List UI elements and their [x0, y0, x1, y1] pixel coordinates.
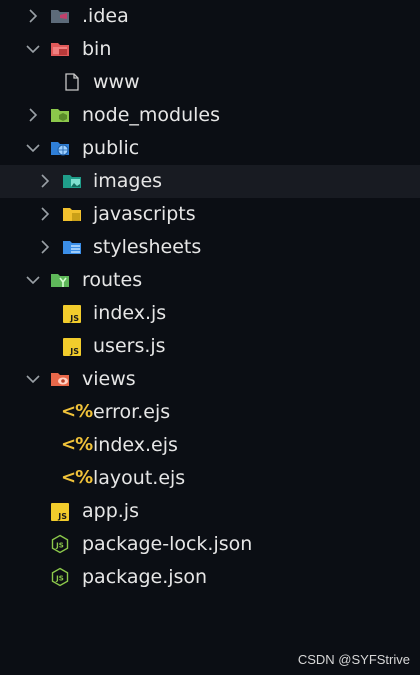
chevron-down-icon[interactable] — [24, 271, 42, 289]
tree-item-views[interactable]: views — [0, 363, 420, 396]
stylesheets-folder-icon — [63, 241, 81, 254]
tree-item-bin[interactable]: bin — [0, 33, 420, 66]
chevron-down-icon[interactable] — [24, 370, 42, 388]
watermark: CSDN @SYFStrive — [297, 652, 410, 667]
tree-item-package-lock-json[interactable]: JS package-lock.json — [0, 528, 420, 561]
tree-item-images[interactable]: images — [0, 165, 420, 198]
tree-item-label: public — [82, 137, 140, 159]
tree-item-views-layout-ejs[interactable]: <% layout.ejs — [0, 462, 420, 495]
tree-item-label: node_modules — [82, 104, 221, 126]
routes-folder-icon — [51, 274, 69, 287]
ejs-file-icon: <% — [61, 434, 93, 455]
tree-item-label: www — [93, 71, 140, 93]
tree-item-app-js[interactable]: JS app.js — [0, 495, 420, 528]
node-modules-folder-icon — [51, 109, 69, 122]
tree-item-idea[interactable]: .idea — [0, 0, 420, 33]
tree-item-label: bin — [82, 38, 112, 60]
chevron-right-icon[interactable] — [36, 205, 54, 223]
public-folder-icon — [51, 142, 69, 156]
tree-item-node-modules[interactable]: node_modules — [0, 99, 420, 132]
file-icon — [65, 73, 79, 91]
tree-item-routes[interactable]: routes — [0, 264, 420, 297]
chevron-down-icon[interactable] — [24, 139, 42, 157]
idea-folder-icon — [51, 10, 69, 23]
tree-item-package-json[interactable]: JS package.json — [0, 561, 420, 594]
file-explorer: .idea bin www node_modules public images… — [0, 0, 420, 675]
chevron-down-icon[interactable] — [24, 40, 42, 58]
svg-text:JS: JS — [55, 542, 64, 550]
js-file-icon: JS — [63, 305, 81, 323]
tree-item-views-index-ejs[interactable]: <% index.ejs — [0, 429, 420, 462]
tree-item-label: stylesheets — [93, 236, 202, 258]
tree-item-label: .idea — [82, 5, 129, 27]
nodejs-file-icon: JS — [51, 534, 69, 554]
tree-item-label: index.ejs — [93, 434, 178, 456]
tree-item-label: package.json — [82, 566, 208, 588]
views-folder-icon — [51, 373, 69, 386]
tree-item-www[interactable]: www — [0, 66, 420, 99]
tree-item-label: views — [82, 368, 136, 390]
tree-item-label: users.js — [93, 335, 166, 357]
bin-folder-icon — [51, 43, 69, 56]
tree-item-stylesheets[interactable]: stylesheets — [0, 231, 420, 264]
tree-item-label: routes — [82, 269, 143, 291]
nodejs-file-icon: JS — [51, 567, 69, 587]
svg-text:JS: JS — [55, 575, 64, 583]
tree-item-label: javascripts — [93, 203, 196, 225]
chevron-right-icon[interactable] — [24, 7, 42, 25]
js-file-icon: JS — [63, 338, 81, 356]
tree-item-routes-index-js[interactable]: JS index.js — [0, 297, 420, 330]
tree-item-label: app.js — [82, 500, 139, 522]
tree-item-views-error-ejs[interactable]: <% error.ejs — [0, 396, 420, 429]
tree-item-label: package-lock.json — [82, 533, 253, 555]
tree-item-label: error.ejs — [93, 401, 171, 423]
chevron-right-icon[interactable] — [24, 106, 42, 124]
tree-item-label: index.js — [93, 302, 167, 324]
tree-item-javascripts[interactable]: javascripts — [0, 198, 420, 231]
tree-item-routes-users-js[interactable]: JS users.js — [0, 330, 420, 363]
chevron-right-icon[interactable] — [36, 238, 54, 256]
images-folder-icon — [63, 175, 81, 188]
js-file-icon: JS — [51, 503, 69, 521]
tree-item-public[interactable]: public — [0, 132, 420, 165]
tree-item-label: layout.ejs — [93, 467, 186, 489]
ejs-file-icon: <% — [61, 401, 93, 422]
tree-item-label: images — [93, 170, 163, 192]
chevron-right-icon[interactable] — [36, 172, 54, 190]
ejs-file-icon: <% — [61, 467, 93, 488]
javascripts-folder-icon — [63, 208, 81, 221]
